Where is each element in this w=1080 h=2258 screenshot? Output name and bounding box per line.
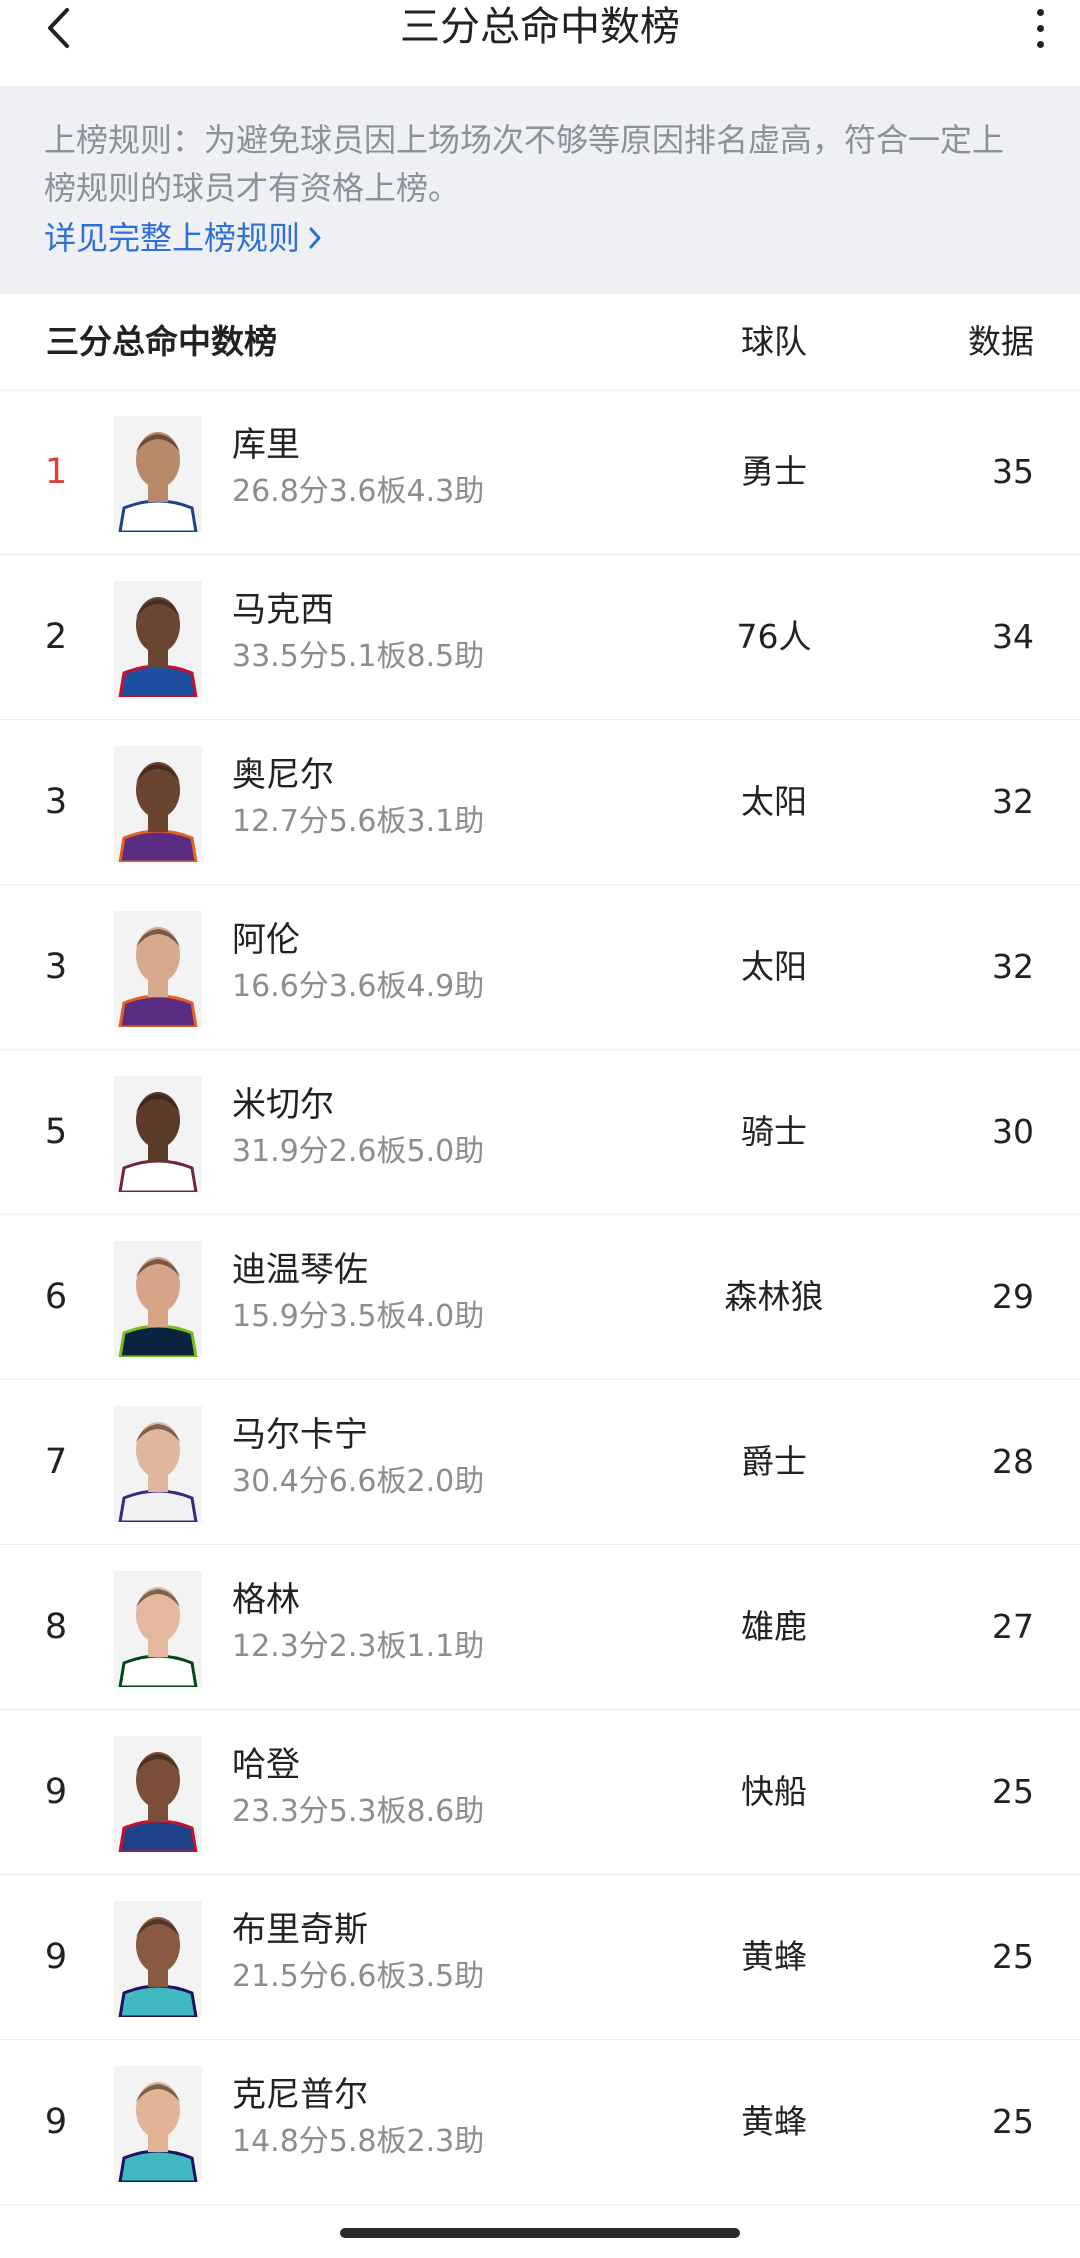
player-avatar <box>114 1736 202 1852</box>
player-avatar <box>114 1901 202 2017</box>
rank-number: 5 <box>44 1112 68 1152</box>
leaderboard-page: 三分总命中数榜 上榜规则：为避免球员因上场场次不够等原因排名虚高，符合一定上榜规… <box>0 0 1080 2258</box>
player-row[interactable]: 1 库里 26.8分3.6板4.3助 勇士 35 <box>0 390 1080 555</box>
full-rules-link-label: 详见完整上榜规则 <box>44 219 301 257</box>
player-avatar <box>114 2066 202 2182</box>
player-stats: 14.8分5.8板2.3助 <box>232 2124 485 2159</box>
player-stats: 16.6分3.6板4.9助 <box>232 969 485 1004</box>
player-team: 太阳 <box>741 782 807 821</box>
column-header-team: 球队 <box>741 322 807 361</box>
player-avatar <box>114 581 202 697</box>
player-stats: 30.4分6.6板2.0助 <box>232 1464 485 1499</box>
player-row[interactable]: 7 马尔卡宁 30.4分6.6板2.0助 爵士 28 <box>0 1380 1080 1545</box>
player-row[interactable]: 9 哈登 23.3分5.3板8.6助 快船 25 <box>0 1710 1080 1875</box>
player-avatar <box>114 746 202 862</box>
player-stats: 12.7分5.6板3.1助 <box>232 804 485 839</box>
player-avatar <box>114 911 202 1027</box>
stat-value: 32 <box>992 947 1034 986</box>
player-name: 格林 <box>232 1580 300 1620</box>
column-header-value: 数据 <box>968 322 1034 361</box>
table-header: 三分总命中数榜 球队 数据 <box>0 294 1080 391</box>
stat-value: 27 <box>992 1607 1034 1646</box>
player-team: 雄鹿 <box>741 1607 807 1646</box>
player-team: 黄蜂 <box>741 2102 807 2141</box>
home-indicator <box>340 2228 740 2238</box>
player-team: 森林狼 <box>724 1277 824 1316</box>
stat-value: 25 <box>992 1937 1034 1976</box>
player-stats: 15.9分3.5板4.0助 <box>232 1299 485 1334</box>
rank-number: 6 <box>44 1277 68 1317</box>
player-team: 快船 <box>741 1772 807 1811</box>
leaderboard-list: 1 库里 26.8分3.6板4.3助 勇士 35 2 马克西 33.5分5.1板8.5助 76人… <box>0 390 1080 2205</box>
player-avatar <box>114 1571 202 1687</box>
rank-number: 7 <box>44 1442 68 1482</box>
rank-number: 8 <box>44 1607 68 1647</box>
player-name: 库里 <box>232 425 300 465</box>
player-team: 勇士 <box>741 452 807 491</box>
rank-number: 2 <box>44 617 68 657</box>
rules-notice: 上榜规则：为避免球员因上场场次不够等原因排名虚高，符合一定上榜规则的球员才有资格… <box>0 86 1080 294</box>
player-team: 爵士 <box>741 1442 807 1481</box>
player-stats: 31.9分2.6板5.0助 <box>232 1134 485 1169</box>
stat-value: 25 <box>992 2102 1034 2141</box>
player-name: 克尼普尔 <box>232 2075 368 2115</box>
top-nav-bar: 三分总命中数榜 <box>0 0 1080 86</box>
rank-number: 1 <box>44 452 68 492</box>
player-avatar <box>114 416 202 532</box>
player-name: 米切尔 <box>232 1085 334 1125</box>
rank-number: 3 <box>44 782 68 822</box>
player-row[interactable]: 8 格林 12.3分2.3板1.1助 雄鹿 27 <box>0 1545 1080 1710</box>
stat-value: 32 <box>992 782 1034 821</box>
player-name: 马克西 <box>232 590 334 630</box>
player-row[interactable]: 3 阿伦 16.6分3.6板4.9助 太阳 32 <box>0 885 1080 1050</box>
player-name: 阿伦 <box>232 920 300 960</box>
chevron-right-icon <box>309 227 321 249</box>
player-team: 太阳 <box>741 947 807 986</box>
more-options-icon[interactable] <box>1020 0 1060 56</box>
page-title: 三分总命中数榜 <box>400 4 680 50</box>
player-name: 奥尼尔 <box>232 755 334 795</box>
stat-value: 34 <box>992 617 1034 656</box>
player-name: 哈登 <box>232 1745 300 1785</box>
rank-number: 9 <box>44 1772 68 1812</box>
player-stats: 26.8分3.6板4.3助 <box>232 474 485 509</box>
column-header-name: 三分总命中数榜 <box>46 322 277 361</box>
stat-value: 30 <box>992 1112 1034 1151</box>
player-stats: 23.3分5.3板8.6助 <box>232 1794 485 1829</box>
rank-number: 3 <box>44 947 68 987</box>
rules-text: 上榜规则：为避免球员因上场场次不够等原因排名虚高，符合一定上榜规则的球员才有资格… <box>44 121 1005 207</box>
player-name: 马尔卡宁 <box>232 1415 368 1455</box>
rank-number: 9 <box>44 1937 68 1977</box>
player-stats: 33.5分5.1板8.5助 <box>232 639 485 674</box>
player-avatar <box>114 1406 202 1522</box>
player-team: 黄蜂 <box>741 1937 807 1976</box>
player-row[interactable]: 5 米切尔 31.9分2.6板5.0助 骑士 30 <box>0 1050 1080 1215</box>
rank-number: 9 <box>44 2102 68 2142</box>
player-name: 迪温琴佐 <box>232 1250 368 1290</box>
player-team: 骑士 <box>741 1112 807 1151</box>
player-team: 76人 <box>736 617 812 656</box>
player-row[interactable]: 6 迪温琴佐 15.9分3.5板4.0助 森林狼 29 <box>0 1215 1080 1380</box>
player-name: 布里奇斯 <box>232 1910 368 1950</box>
stat-value: 25 <box>992 1772 1034 1811</box>
player-avatar <box>114 1241 202 1357</box>
player-stats: 21.5分6.6板3.5助 <box>232 1959 485 1994</box>
stat-value: 28 <box>992 1442 1034 1481</box>
player-stats: 12.3分2.3板1.1助 <box>232 1629 485 1664</box>
stat-value: 29 <box>992 1277 1034 1316</box>
player-avatar <box>114 1076 202 1192</box>
stat-value: 35 <box>992 452 1034 491</box>
player-row[interactable]: 2 马克西 33.5分5.1板8.5助 76人 34 <box>0 555 1080 720</box>
full-rules-link[interactable]: 详见完整上榜规则 <box>44 214 322 262</box>
player-row[interactable]: 3 奥尼尔 12.7分5.6板3.1助 太阳 32 <box>0 720 1080 885</box>
player-row[interactable]: 9 布里奇斯 21.5分6.6板3.5助 黄蜂 25 <box>0 1875 1080 2040</box>
player-row[interactable]: 9 克尼普尔 14.8分5.8板2.3助 黄蜂 25 <box>0 2040 1080 2205</box>
